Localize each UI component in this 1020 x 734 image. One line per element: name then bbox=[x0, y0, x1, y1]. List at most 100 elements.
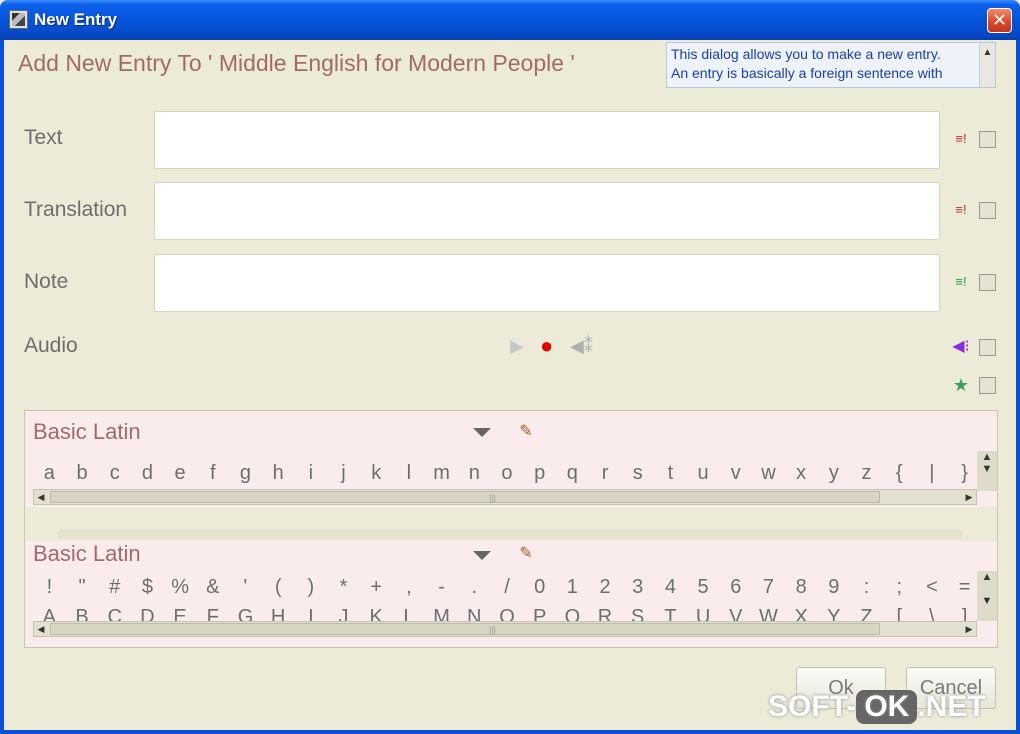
char-key[interactable]: ' bbox=[229, 573, 262, 601]
record-icon[interactable]: ● bbox=[540, 335, 553, 357]
char-key[interactable]: 5 bbox=[687, 573, 720, 601]
char-key[interactable]: m bbox=[425, 459, 458, 487]
char-key[interactable]: G bbox=[229, 603, 262, 621]
char-key[interactable]: A bbox=[33, 603, 66, 621]
char-key[interactable]: } bbox=[948, 459, 975, 487]
help-text-box[interactable]: This dialog allows you to make a new ent… bbox=[666, 42, 996, 88]
char-key[interactable]: E bbox=[164, 603, 197, 621]
char-key[interactable]: i bbox=[295, 459, 328, 487]
char-key[interactable]: ] bbox=[948, 603, 975, 621]
char-key[interactable]: x bbox=[785, 459, 818, 487]
char-key[interactable]: 3 bbox=[621, 573, 654, 601]
scroll-thumb[interactable]: ||| bbox=[50, 623, 880, 635]
chevron-down-icon[interactable] bbox=[473, 551, 491, 560]
char-key[interactable]: , bbox=[393, 573, 426, 601]
chevron-down-icon[interactable] bbox=[473, 428, 491, 437]
char-key[interactable]: J bbox=[327, 603, 360, 621]
char-key[interactable]: " bbox=[66, 573, 99, 601]
char-key[interactable]: 9 bbox=[818, 573, 851, 601]
char-key[interactable]: k bbox=[360, 459, 393, 487]
char-key[interactable]: $ bbox=[131, 573, 164, 601]
char-key[interactable]: \ bbox=[916, 603, 949, 621]
char-key[interactable]: = bbox=[948, 573, 975, 601]
char-key[interactable]: P bbox=[523, 603, 556, 621]
char-key[interactable]: H bbox=[262, 603, 295, 621]
char-key[interactable]: 4 bbox=[654, 573, 687, 601]
char-key[interactable]: B bbox=[66, 603, 99, 621]
char-key[interactable]: e bbox=[164, 459, 197, 487]
translation-format-icon[interactable]: ≡! bbox=[951, 201, 971, 219]
text-checkbox[interactable] bbox=[979, 131, 996, 148]
tool-icon[interactable]: ✎ bbox=[515, 421, 537, 441]
char-key[interactable]: { bbox=[883, 459, 916, 487]
translation-input[interactable] bbox=[154, 182, 940, 240]
speaker-off-icon[interactable]: ◀⁑ bbox=[570, 336, 593, 356]
char-key[interactable]: j bbox=[327, 459, 360, 487]
char-key[interactable]: V bbox=[719, 603, 752, 621]
title-bar[interactable]: New Entry ✕ bbox=[0, 0, 1020, 40]
char-panel-2-hscroll[interactable]: ◀ ||| ▶ bbox=[33, 621, 977, 637]
char-key[interactable]: r bbox=[589, 459, 622, 487]
char-key[interactable]: U bbox=[687, 603, 720, 621]
scroll-left-icon[interactable]: ◀ bbox=[34, 622, 48, 636]
char-key[interactable]: z bbox=[850, 459, 883, 487]
tool-icon[interactable]: ✎ bbox=[515, 543, 537, 563]
char-key[interactable]: s bbox=[621, 459, 654, 487]
char-key[interactable]: M bbox=[425, 603, 458, 621]
char-key[interactable]: F bbox=[196, 603, 229, 621]
char-key[interactable]: Y bbox=[818, 603, 851, 621]
char-key[interactable]: % bbox=[164, 573, 197, 601]
panel-divider[interactable] bbox=[57, 529, 963, 539]
scroll-right-icon[interactable]: ▶ bbox=[962, 490, 976, 504]
char-key[interactable]: - bbox=[425, 573, 458, 601]
char-key[interactable]: p bbox=[523, 459, 556, 487]
char-key[interactable]: Q bbox=[556, 603, 589, 621]
char-key[interactable]: | bbox=[916, 459, 949, 487]
char-key[interactable]: N bbox=[458, 603, 491, 621]
scroll-thumb[interactable]: ||| bbox=[50, 491, 880, 503]
char-key[interactable]: c bbox=[98, 459, 131, 487]
char-key[interactable]: q bbox=[556, 459, 589, 487]
char-key[interactable]: [ bbox=[883, 603, 916, 621]
char-key[interactable]: O bbox=[491, 603, 524, 621]
char-key[interactable]: b bbox=[66, 459, 99, 487]
char-key[interactable]: o bbox=[491, 459, 524, 487]
note-checkbox[interactable] bbox=[979, 274, 996, 291]
char-key[interactable]: S bbox=[621, 603, 654, 621]
char-key[interactable]: C bbox=[98, 603, 131, 621]
char-key[interactable]: a bbox=[33, 459, 66, 487]
char-key[interactable]: I bbox=[295, 603, 328, 621]
char-key[interactable]: g bbox=[229, 459, 262, 487]
char-key[interactable]: W bbox=[752, 603, 785, 621]
scroll-right-icon[interactable]: ▶ bbox=[962, 622, 976, 636]
char-key[interactable]: ( bbox=[262, 573, 295, 601]
note-format-icon[interactable]: ≡! bbox=[951, 273, 971, 291]
char-key[interactable]: 6 bbox=[719, 573, 752, 601]
char-key[interactable]: u bbox=[687, 459, 720, 487]
char-key[interactable]: y bbox=[818, 459, 851, 487]
char-key[interactable]: h bbox=[262, 459, 295, 487]
text-input[interactable] bbox=[154, 111, 940, 169]
audio-icon[interactable]: ◀⁝ bbox=[951, 338, 971, 356]
char-panel-1-vscroll[interactable]: ▲ ▼ bbox=[977, 451, 997, 491]
char-key[interactable]: l bbox=[393, 459, 426, 487]
char-key[interactable]: . bbox=[458, 573, 491, 601]
char-key[interactable]: 1 bbox=[556, 573, 589, 601]
char-key[interactable]: t bbox=[654, 459, 687, 487]
audio-checkbox[interactable] bbox=[979, 339, 996, 356]
char-key[interactable]: d bbox=[131, 459, 164, 487]
char-key[interactable]: f bbox=[196, 459, 229, 487]
char-key[interactable]: n bbox=[458, 459, 491, 487]
play-icon[interactable]: ▶ bbox=[510, 336, 524, 356]
char-key[interactable]: < bbox=[916, 573, 949, 601]
char-panel-2-vscroll[interactable]: ▲ ▼ bbox=[977, 571, 997, 621]
char-key[interactable]: / bbox=[491, 573, 524, 601]
char-key[interactable]: + bbox=[360, 573, 393, 601]
char-key[interactable]: L bbox=[393, 603, 426, 621]
char-key[interactable]: R bbox=[589, 603, 622, 621]
char-key[interactable]: : bbox=[850, 573, 883, 601]
char-key[interactable]: v bbox=[719, 459, 752, 487]
char-key[interactable]: 0 bbox=[523, 573, 556, 601]
star-checkbox[interactable] bbox=[979, 377, 996, 394]
char-panel-1-hscroll[interactable]: ◀ ||| ▶ bbox=[33, 489, 977, 505]
